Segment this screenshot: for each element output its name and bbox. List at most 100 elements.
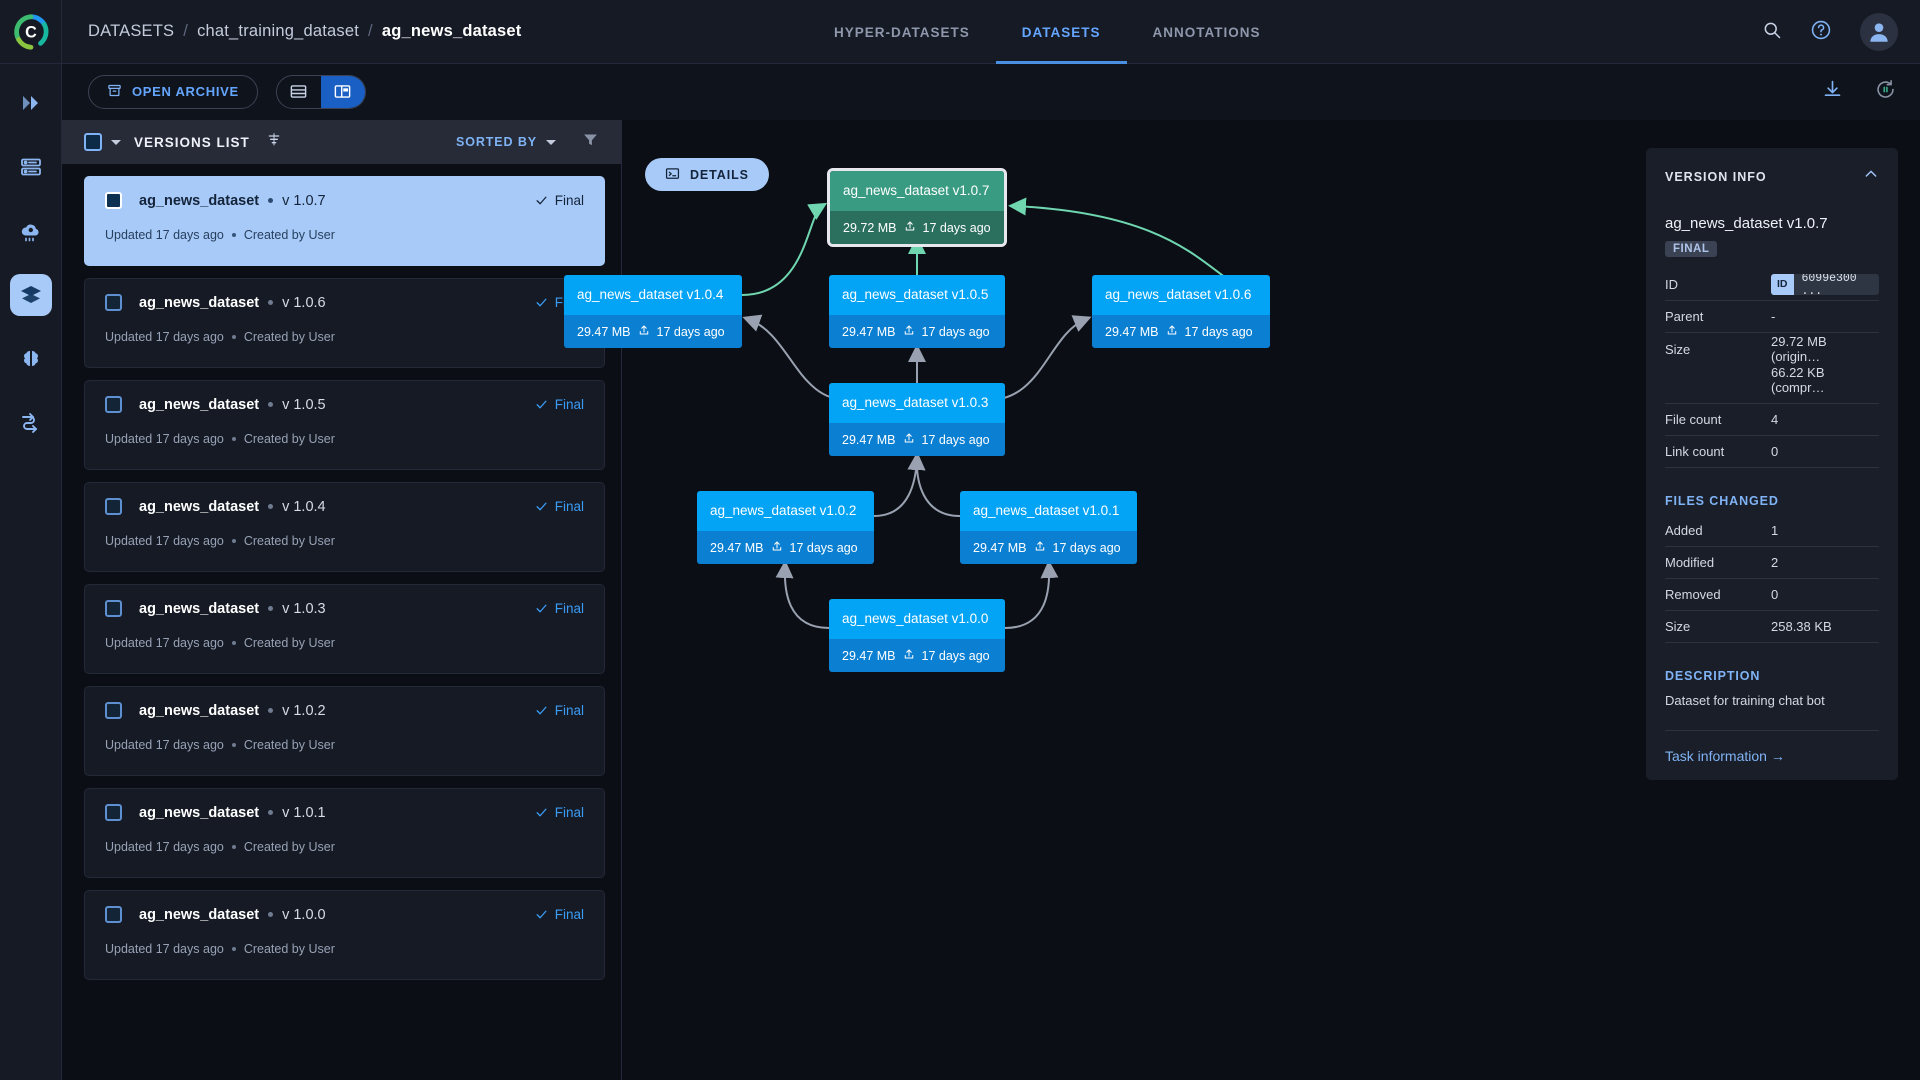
sidebar-item-models[interactable] [10, 338, 52, 380]
list-item-checkbox[interactable] [105, 192, 122, 209]
sidebar-item-datasets[interactable] [10, 274, 52, 316]
list-item-name: ag_news_dataset [139, 703, 259, 719]
split-view-icon[interactable] [321, 76, 365, 108]
info-key: Size [1665, 342, 1771, 357]
archive-icon [107, 83, 122, 101]
clearml-logo[interactable]: C [0, 0, 62, 64]
versions-list-scroll[interactable]: ag_news_dataset v 1.0.7 Final Updated 17… [62, 164, 621, 1080]
list-item-checkbox[interactable] [105, 294, 122, 311]
versions-list-header: VERSIONS LIST SORTED BY [62, 120, 621, 164]
id-chip[interactable]: ID 6099e300 ... [1771, 274, 1879, 295]
list-item-updated: Updated 17 days ago [105, 942, 224, 956]
list-item-version: v 1.0.6 [282, 295, 326, 311]
dot-separator [232, 947, 236, 951]
dot-separator [268, 402, 273, 407]
list-item-row-bottom: Updated 17 days ago Created by User [105, 942, 584, 956]
sidebar-item-reports[interactable] [10, 402, 52, 444]
graph-node-v104[interactable]: ag_news_dataset v1.0.4 29.47 MB 17 days … [564, 275, 742, 348]
list-item-checkbox[interactable] [105, 906, 122, 923]
search-icon[interactable] [1762, 20, 1782, 45]
list-item-row-bottom: Updated 17 days ago Created by User [105, 534, 584, 548]
sidebar-item-cloud-settings[interactable] [10, 210, 52, 252]
dot-separator [232, 845, 236, 849]
task-information-link[interactable]: Task information → [1665, 730, 1879, 764]
list-item[interactable]: ag_news_dataset v 1.0.2 Final Updated 17… [84, 686, 605, 776]
list-view-icon[interactable] [277, 76, 321, 108]
side-rail [0, 64, 62, 1080]
list-item-checkbox[interactable] [105, 600, 122, 617]
dot-separator [232, 437, 236, 441]
info-value: 0 [1771, 444, 1778, 459]
upload-icon [638, 324, 650, 339]
check-icon [535, 194, 548, 207]
list-item[interactable]: ag_news_dataset v 1.0.0 Final Updated 17… [84, 890, 605, 980]
sorted-by-button[interactable]: SORTED BY [456, 135, 556, 149]
graph-node-v106[interactable]: ag_news_dataset v1.0.6 29.47 MB 17 days … [1092, 275, 1270, 348]
check-icon [535, 908, 548, 921]
avatar[interactable] [1860, 13, 1898, 51]
breadcrumb-current: ag_news_dataset [382, 22, 522, 41]
list-item-checkbox[interactable] [105, 804, 122, 821]
list-item[interactable]: ag_news_dataset v 1.0.7 Final Updated 17… [84, 176, 605, 266]
sort-icon[interactable] [266, 132, 282, 153]
files-changed-row-added: Added 1 [1665, 515, 1879, 547]
open-archive-button[interactable]: OPEN ARCHIVE [88, 75, 258, 109]
app-root: C DATASETS / chat_training_dataset / ag_… [0, 0, 1920, 1080]
upload-icon [771, 540, 783, 555]
version-info-name: ag_news_dataset v1.0.7 [1665, 215, 1879, 232]
list-item-checkbox[interactable] [105, 702, 122, 719]
list-item[interactable]: ag_news_dataset v 1.0.6 Final Updated 17… [84, 278, 605, 368]
download-icon[interactable] [1822, 79, 1843, 105]
tab-annotations[interactable]: ANNOTATIONS [1127, 0, 1287, 64]
list-item[interactable]: ag_news_dataset v 1.0.4 Final Updated 17… [84, 482, 605, 572]
sorted-by-chevron-down-icon [546, 140, 556, 145]
list-item-creator: Created by User [244, 840, 335, 854]
graph-node-v101[interactable]: ag_news_dataset v1.0.1 29.47 MB 17 days … [960, 491, 1137, 564]
list-item-creator: Created by User [244, 636, 335, 650]
list-item-version: v 1.0.1 [282, 805, 326, 821]
details-button[interactable]: DETAILS [645, 158, 769, 191]
graph-node-meta: 29.47 MB 17 days ago [829, 315, 1005, 348]
breadcrumb-root[interactable]: DATASETS [88, 22, 174, 41]
info-key: Link count [1665, 444, 1771, 459]
help-icon[interactable] [1810, 19, 1832, 46]
versions-list-header-right: SORTED BY [456, 131, 599, 153]
status-badge: Final [535, 499, 584, 514]
chevron-up-icon[interactable] [1863, 166, 1879, 187]
list-item[interactable]: ag_news_dataset v 1.0.1 Final Updated 17… [84, 788, 605, 878]
list-item[interactable]: ag_news_dataset v 1.0.5 Final Updated 17… [84, 380, 605, 470]
graph-node-v107[interactable]: ag_news_dataset v1.0.7 29.72 MB 17 days … [827, 168, 1007, 247]
graph-node-title: ag_news_dataset v1.0.1 [960, 491, 1137, 531]
open-archive-label: OPEN ARCHIVE [132, 84, 239, 99]
sidebar-item-workers[interactable] [10, 146, 52, 188]
list-item-updated: Updated 17 days ago [105, 840, 224, 854]
auto-refresh-icon[interactable] [1875, 79, 1896, 105]
graph-node-title: ag_news_dataset v1.0.0 [829, 599, 1005, 639]
graph-node-v103[interactable]: ag_news_dataset v1.0.3 29.47 MB 17 days … [829, 383, 1005, 456]
list-item-row-top: ag_news_dataset v 1.0.5 Final [105, 396, 584, 413]
graph-node-v100[interactable]: ag_news_dataset v1.0.0 29.47 MB 17 days … [829, 599, 1005, 672]
graph-node-v105[interactable]: ag_news_dataset v1.0.5 29.47 MB 17 days … [829, 275, 1005, 348]
tab-datasets[interactable]: DATASETS [996, 0, 1127, 64]
list-item-version: v 1.0.4 [282, 499, 326, 515]
chevron-down-icon[interactable] [111, 140, 121, 145]
sidebar-item-pipelines[interactable] [10, 82, 52, 124]
info-value: 0 [1771, 587, 1778, 602]
info-row-link-count: Link count 0 [1665, 436, 1879, 468]
filter-icon[interactable] [582, 131, 599, 153]
details-label: DETAILS [690, 168, 749, 182]
dot-separator [232, 233, 236, 237]
list-item[interactable]: ag_news_dataset v 1.0.3 Final Updated 17… [84, 584, 605, 674]
tab-hyper-datasets[interactable]: HYPER-DATASETS [808, 0, 996, 64]
upload-icon [1034, 540, 1046, 555]
breadcrumb-parent[interactable]: chat_training_dataset [197, 22, 359, 41]
upload-icon [904, 220, 916, 235]
list-item-checkbox[interactable] [105, 498, 122, 515]
upload-icon [903, 432, 915, 447]
list-item-checkbox[interactable] [105, 396, 122, 413]
list-item-row-top: ag_news_dataset v 1.0.1 Final [105, 804, 584, 821]
graph-node-size: 29.47 MB [577, 325, 631, 339]
graph-node-v102[interactable]: ag_news_dataset v1.0.2 29.47 MB 17 days … [697, 491, 874, 564]
status-label: Final [555, 601, 584, 616]
select-all-checkbox[interactable] [84, 133, 102, 151]
